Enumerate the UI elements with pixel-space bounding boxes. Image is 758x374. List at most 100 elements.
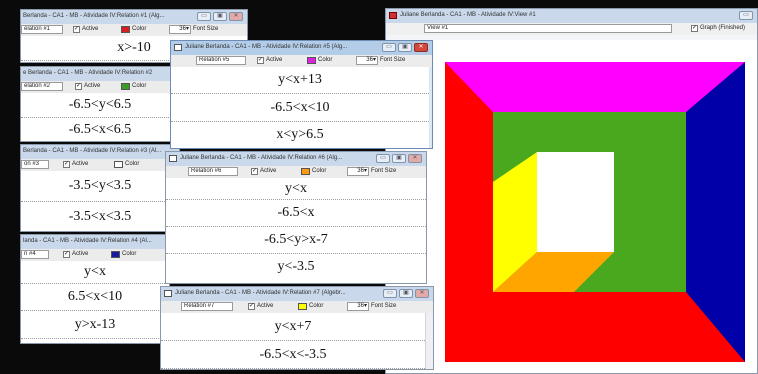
- relation-content[interactable]: y<x+13 -6.5<x<10 x<y>6.5: [171, 67, 429, 148]
- color-swatch[interactable]: [298, 303, 307, 310]
- relation-name-field[interactable]: elation #2: [21, 82, 63, 91]
- maximize-button[interactable]: ▣: [213, 12, 227, 21]
- font-size-select[interactable]: 36▾: [347, 302, 369, 311]
- relation-row[interactable]: -6.5<x<10: [171, 94, 429, 122]
- relation-5-window: Juliane Berlanda - CA1 - MB - Atividade …: [170, 40, 433, 149]
- relation-row[interactable]: y<x+13: [171, 67, 429, 94]
- relation-toolbar: elation #1 ✓ Active Color 36▾ Font Size: [21, 24, 247, 36]
- relation-row[interactable]: -6.5<y>x-7: [166, 227, 426, 254]
- active-checkbox[interactable]: ✓: [73, 26, 80, 33]
- color-label: Color: [132, 83, 147, 89]
- minimize-button[interactable]: ▭: [383, 289, 397, 298]
- active-label: Active: [266, 57, 283, 63]
- window-title: Berlanda - CA1 - MB - Atividade IV:Relat…: [23, 148, 162, 154]
- close-button[interactable]: ✕: [408, 154, 422, 163]
- color-swatch[interactable]: [301, 168, 310, 175]
- color-swatch[interactable]: [307, 57, 316, 64]
- active-label: Active: [82, 26, 99, 32]
- close-button[interactable]: ✕: [414, 43, 428, 52]
- window-title: landa - CA1 - MB - Atividade IV:Relation…: [23, 238, 152, 244]
- relation-content[interactable]: -3.5<y<3.5 -3.5<x<3.5: [21, 171, 179, 231]
- relation-6-window: Juliane Berlanda - CA1 - MB - Atividade …: [165, 151, 427, 284]
- relation-name-field[interactable]: Relation #5: [196, 56, 246, 65]
- graph-checkbox[interactable]: ✓: [691, 25, 698, 32]
- title-bar[interactable]: Berlanda - CA1 - MB - Atividade IV:Relat…: [21, 145, 179, 159]
- minimize-button[interactable]: ▭: [197, 12, 211, 21]
- color-swatch[interactable]: [121, 26, 130, 33]
- relation-content[interactable]: y<x 6.5<x<10 y>x-13: [21, 261, 169, 343]
- font-size-select[interactable]: 36▾: [169, 25, 191, 34]
- window-title: e Berlanda - CA1 - MB - Atividade IV:Rel…: [23, 70, 153, 76]
- relation-row[interactable]: y<x+7: [161, 313, 425, 341]
- maximize-button[interactable]: ▣: [392, 154, 406, 163]
- relation-row[interactable]: 6.5<x<10: [21, 284, 169, 311]
- relation-row[interactable]: x<y>6.5: [171, 122, 429, 148]
- view-name-field[interactable]: View #1: [424, 24, 672, 33]
- active-checkbox[interactable]: ✓: [248, 303, 255, 310]
- color-label: Color: [309, 303, 324, 309]
- window-title: Juliane Berlanda - CA1 - MB - Atividade …: [185, 44, 348, 50]
- relation-row[interactable]: -6.5<x<-3.5: [161, 341, 425, 369]
- app-icon: [164, 290, 172, 297]
- close-button[interactable]: ✕: [415, 289, 429, 298]
- relation-name-field[interactable]: n #4: [21, 250, 49, 259]
- relation-3-window: Berlanda - CA1 - MB - Atividade IV:Relat…: [20, 144, 180, 232]
- maximize-button[interactable]: ▣: [399, 289, 413, 298]
- font-size-select[interactable]: 36▾: [347, 167, 369, 176]
- active-label: Active: [84, 83, 101, 89]
- close-button[interactable]: ✕: [229, 12, 243, 21]
- active-checkbox[interactable]: ✓: [75, 83, 82, 90]
- relation-name-field[interactable]: Relation #7: [181, 302, 233, 311]
- relation-name-field[interactable]: elation #1: [21, 25, 63, 34]
- title-bar[interactable]: Juliane Berlanda - CA1 - MB - Atividade …: [166, 152, 426, 166]
- graph-canvas[interactable]: [386, 40, 757, 373]
- color-swatch[interactable]: [121, 83, 130, 90]
- relation-content[interactable]: y<x -6.5<x -6.5<y>x-7 y<-3.5: [166, 178, 426, 283]
- maximize-button[interactable]: ▣: [398, 43, 412, 52]
- vertical-scrollbar[interactable]: [425, 313, 433, 369]
- relation-row[interactable]: -6.5<x<6.5: [21, 118, 179, 141]
- color-label: Color: [132, 26, 147, 32]
- title-bar[interactable]: landa - CA1 - MB - Atividade IV:Relation…: [21, 235, 169, 249]
- relation-toolbar: elation #2 ✓ Active Color: [21, 81, 179, 93]
- font-size-label: Font Size: [371, 168, 397, 174]
- relation-content[interactable]: y<x+7 -6.5<x<-3.5: [161, 313, 425, 369]
- relation-name-field[interactable]: on #3: [21, 160, 49, 169]
- relation-toolbar: n #4 ✓ Active Color: [21, 249, 169, 261]
- active-checkbox[interactable]: ✓: [63, 161, 70, 168]
- active-checkbox[interactable]: ✓: [63, 251, 70, 258]
- view-toolbar: View #1 ✓ Graph (Finished): [386, 23, 757, 35]
- minimize-button[interactable]: ▭: [739, 11, 753, 20]
- title-bar[interactable]: Juliane Berlanda - CA1 - MB - Atividade …: [171, 41, 432, 55]
- graph-label: Graph (Finished): [700, 25, 746, 31]
- minimize-button[interactable]: ▭: [382, 43, 396, 52]
- relation-row[interactable]: y<x: [21, 261, 169, 284]
- relation-content[interactable]: -6.5<y<6.5 -6.5<x<6.5: [21, 93, 179, 141]
- color-swatch[interactable]: [111, 251, 120, 258]
- title-bar[interactable]: Juliane Berlanda - CA1 - MB - Atividade …: [161, 287, 433, 301]
- relation-row[interactable]: y<-3.5: [166, 254, 426, 280]
- app-icon: [174, 44, 182, 51]
- relation-row[interactable]: -3.5<y<3.5: [21, 171, 179, 202]
- view-window: Juliane Berlanda - CA1 - MB - Atividade …: [385, 8, 758, 374]
- font-size-select[interactable]: 36▾: [356, 56, 378, 65]
- relation-row[interactable]: -6.5<y<6.5: [21, 93, 179, 118]
- active-checkbox[interactable]: ✓: [251, 168, 258, 175]
- relation-row[interactable]: -3.5<x<3.5: [21, 202, 179, 231]
- relation-row[interactable]: y>x-13: [21, 311, 169, 339]
- title-bar[interactable]: Berlanda - CA1 - MB - Atividade IV:Relat…: [21, 10, 247, 24]
- title-bar[interactable]: e Berlanda - CA1 - MB - Atividade IV:Rel…: [21, 67, 179, 81]
- active-label: Active: [257, 303, 274, 309]
- relation-name-field[interactable]: Relation #6: [188, 167, 238, 176]
- font-size-label: Font Size: [193, 26, 219, 32]
- color-swatch[interactable]: [114, 161, 123, 168]
- relation-2-window: e Berlanda - CA1 - MB - Atividade IV:Rel…: [20, 66, 180, 142]
- window-title: Juliane Berlanda - CA1 - MB - Atividade …: [180, 155, 343, 161]
- color-label: Color: [312, 168, 327, 174]
- font-size-label: Font Size: [380, 57, 406, 63]
- minimize-button[interactable]: ▭: [376, 154, 390, 163]
- relation-row[interactable]: -6.5<x: [166, 200, 426, 227]
- relation-row[interactable]: y<x: [166, 178, 426, 200]
- active-checkbox[interactable]: ✓: [257, 57, 264, 64]
- title-bar[interactable]: Juliane Berlanda - CA1 - MB - Atividade …: [386, 9, 757, 23]
